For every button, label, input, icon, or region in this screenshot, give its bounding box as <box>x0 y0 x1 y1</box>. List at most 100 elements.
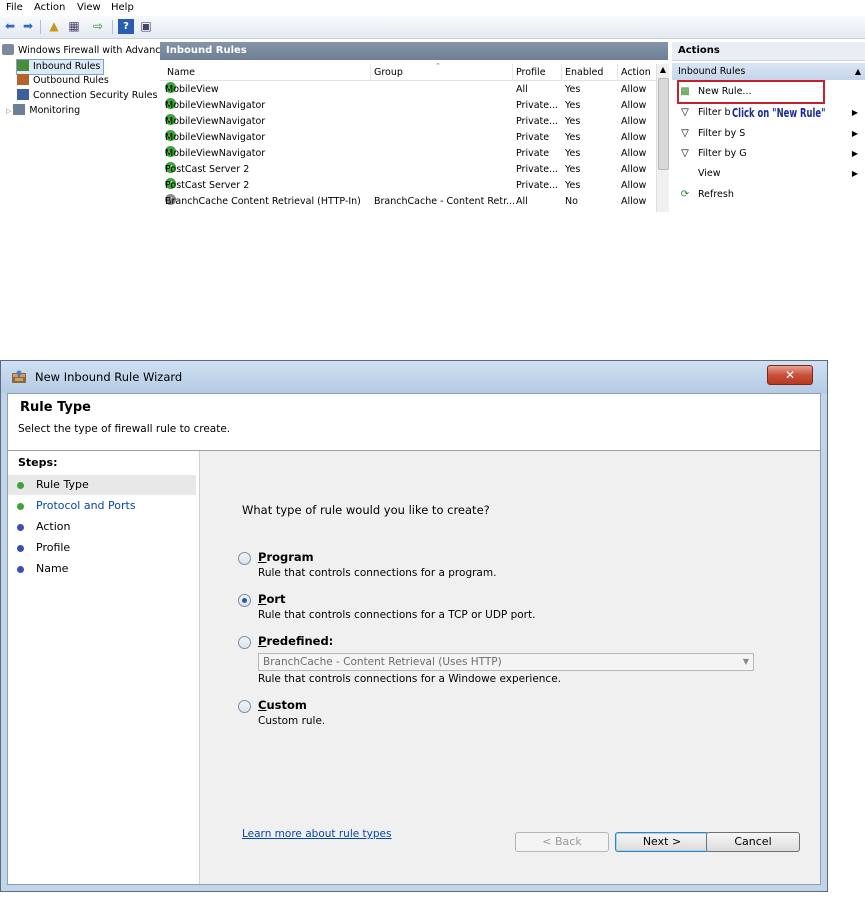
menu-help[interactable]: Help <box>111 2 134 13</box>
column-divider[interactable] <box>617 64 618 80</box>
back-arrow-icon[interactable]: ⬅ <box>2 19 18 34</box>
table-row[interactable]: ✓ MobileView All Yes Allow <box>160 82 656 98</box>
cell-profile: All <box>516 84 528 95</box>
menu-file[interactable]: File <box>6 2 23 13</box>
column-name[interactable]: Name <box>167 67 195 78</box>
table-row[interactable]: ✓ PostCast Server 2 Private... Yes Allow <box>160 178 656 194</box>
steps-panel: Steps: Rule Type Protocol and Ports Acti… <box>8 451 200 884</box>
forward-arrow-icon[interactable]: ➡ <box>20 19 36 34</box>
tree-item-inbound-rules[interactable]: Inbound Rules <box>16 59 105 75</box>
action-filter-by-group[interactable]: ▽ Filter by G ▶ <box>678 146 860 162</box>
wizard-header: Rule Type Select the type of firewall ru… <box>8 394 820 451</box>
program-radio[interactable] <box>238 552 251 565</box>
menu-view[interactable]: View <box>77 2 101 13</box>
cell-action: Allow <box>621 100 647 111</box>
column-enabled[interactable]: Enabled <box>565 67 603 78</box>
menu-action[interactable]: Action <box>34 2 65 13</box>
next-button[interactable]: Next > <box>615 832 709 852</box>
predefined-radio[interactable] <box>238 636 251 649</box>
filter-icon: ▽ <box>681 128 689 139</box>
chevron-down-icon[interactable]: ▼ <box>743 654 749 670</box>
step-complete-dot-icon <box>17 482 24 489</box>
action-view[interactable]: View ▶ <box>678 166 860 182</box>
wizard-title: New Inbound Rule Wizard <box>35 370 183 384</box>
option-title: Program <box>258 550 314 564</box>
outbound-rules-icon <box>17 74 29 85</box>
action-label: View <box>698 168 721 179</box>
cell-action: Allow <box>621 84 647 95</box>
toolbar-separator <box>112 20 113 34</box>
step-pending-dot-icon <box>17 545 24 552</box>
new-inbound-rule-wizard: New Inbound Rule Wizard ✕ Rule Type Sele… <box>0 360 828 892</box>
table-row[interactable]: ✓ MobileViewNavigator Private Yes Allow <box>160 146 656 162</box>
option-description: Rule that controls connections for a Win… <box>258 673 561 685</box>
table-row[interactable]: ✓ MobileViewNavigator Private Yes Allow <box>160 130 656 146</box>
option-title: Predefined: <box>258 634 334 648</box>
expand-arrow-icon[interactable]: ▷ <box>6 107 11 115</box>
column-divider[interactable] <box>512 64 513 80</box>
action-filter-by-state[interactable]: ▽ Filter by S ▶ <box>678 126 860 142</box>
back-button-label: < Back <box>542 835 582 848</box>
show-action-pane-icon[interactable]: ▣ <box>138 19 154 34</box>
cell-action: Allow <box>621 180 647 191</box>
cell-enabled: Yes <box>565 148 581 159</box>
actions-pane: Actions Inbound Rules ▲ ▩ New Rule... ▽ Fil… <box>672 42 865 212</box>
cell-action: Allow <box>621 148 647 159</box>
click-new-rule-callout: Click on "New Rule" <box>732 106 826 120</box>
up-folder-icon[interactable]: ▲ <box>46 19 62 34</box>
firewall-icon <box>2 44 14 55</box>
tree-root[interactable]: Windows Firewall with Advance <box>2 44 166 58</box>
connection-security-icon <box>17 89 29 100</box>
step-name: Name <box>8 559 196 579</box>
scroll-up-arrow-icon[interactable]: ▲ <box>657 64 669 76</box>
scrollbar-thumb[interactable] <box>658 78 669 170</box>
firewall-app-icon <box>11 370 27 384</box>
predefined-rule-select[interactable]: BranchCache - Content Retrieval (Uses HT… <box>258 653 754 671</box>
table-row[interactable]: ✓ MobileViewNavigator Private... Yes Allo… <box>160 98 656 114</box>
rule-name: MobileView <box>165 84 219 95</box>
action-label: Filter by G <box>698 148 747 159</box>
option-description: Rule that controls connections for a TCP… <box>258 609 536 621</box>
rule-name: MobileViewNavigator <box>165 148 266 159</box>
actions-section-label: Inbound Rules <box>678 66 746 77</box>
table-row[interactable]: ✓ MobileViewNavigator Private... Yes Allo… <box>160 114 656 130</box>
help-icon[interactable]: ? <box>118 19 134 34</box>
cell-action: Allow <box>621 116 647 127</box>
actions-section-inbound-rules[interactable]: Inbound Rules ▲ <box>672 63 865 80</box>
step-label: Protocol and Ports <box>36 499 136 512</box>
cell-profile: Private... <box>516 100 559 111</box>
tree-item-monitoring[interactable]: ▷ Monitoring <box>6 104 80 118</box>
cell-profile: Private... <box>516 164 559 175</box>
custom-radio[interactable] <box>238 700 251 713</box>
cell-enabled: Yes <box>565 164 581 175</box>
column-profile[interactable]: Profile <box>516 67 546 78</box>
step-label: Profile <box>36 541 71 554</box>
learn-more-link[interactable]: Learn more about rule types <box>242 828 391 840</box>
refresh-icon: ⟳ <box>680 189 690 200</box>
show-hide-tree-icon[interactable]: ▦ <box>66 19 82 34</box>
table-row[interactable]: ✓ BranchCache Content Retrieval (HTTP-In)… <box>160 194 656 210</box>
port-radio[interactable] <box>238 594 251 607</box>
export-list-icon[interactable]: ⇨ <box>90 19 106 34</box>
column-group[interactable]: Group <box>374 67 403 78</box>
column-divider[interactable] <box>561 64 562 80</box>
collapse-arrow-icon[interactable]: ▲ <box>849 63 861 80</box>
cell-profile: Private <box>516 132 550 143</box>
cell-enabled: Yes <box>565 100 581 111</box>
cancel-button-label: Cancel <box>734 835 772 848</box>
vertical-scrollbar[interactable]: ▲ <box>656 64 669 212</box>
back-button[interactable]: < Back <box>515 832 609 852</box>
column-action[interactable]: Action <box>621 67 651 78</box>
wizard-titlebar[interactable]: New Inbound Rule Wizard ✕ <box>1 361 827 393</box>
tree-item-outbound-rules[interactable]: Outbound Rules <box>17 74 109 88</box>
rule-name: PostCast Server 2 <box>165 164 250 175</box>
table-row[interactable]: ✓ PostCast Server 2 Private... Yes Allow <box>160 162 656 178</box>
column-divider[interactable] <box>370 64 371 80</box>
steps-label: Steps: <box>18 456 58 469</box>
close-button[interactable]: ✕ <box>767 365 813 385</box>
step-protocol-and-ports[interactable]: Protocol and Ports <box>8 496 196 516</box>
tree-item-connection-security-rules[interactable]: Connection Security Rules <box>17 89 157 103</box>
action-refresh[interactable]: ⟳ Refresh <box>678 187 860 203</box>
cancel-button[interactable]: Cancel <box>706 832 800 852</box>
option-description: Custom rule. <box>258 715 326 727</box>
